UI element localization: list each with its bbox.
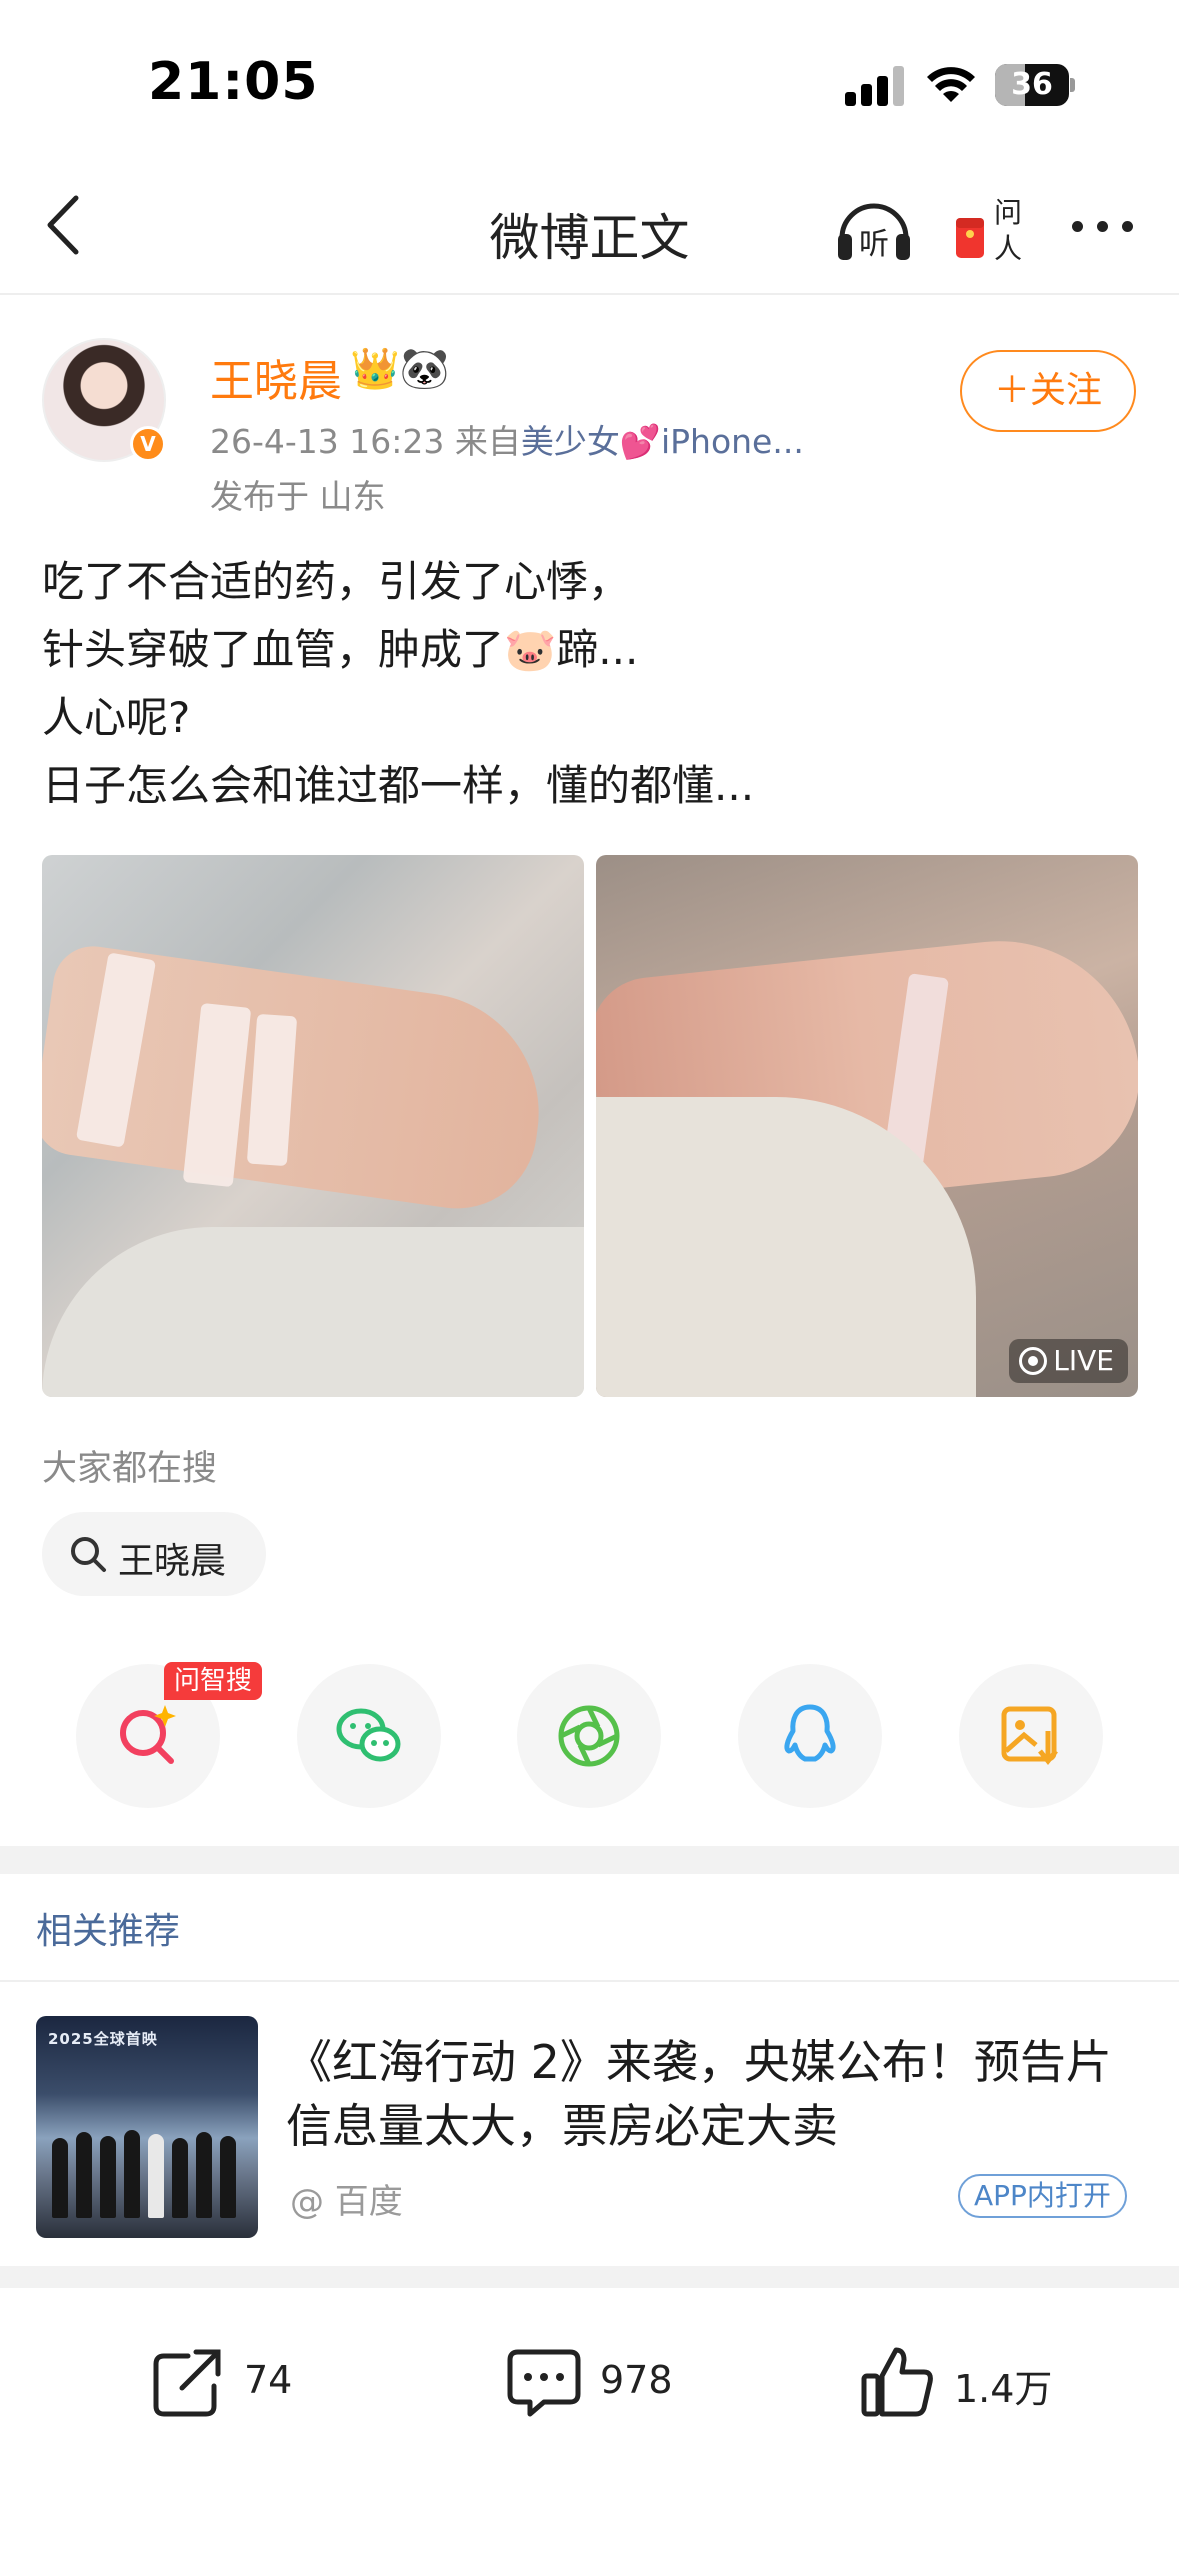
moments-icon [558, 1705, 620, 1767]
related-article-title[interactable]: 《红海行动 2》来袭，央媒公布！预告片信息量太大，票房必定大卖 [286, 2030, 1146, 2158]
divider [0, 1980, 1179, 1982]
live-photo-badge: LIVE [1009, 1339, 1128, 1383]
ask-person-icon[interactable]: 问 人 [952, 188, 1032, 268]
thumbnail-people [46, 2128, 246, 2218]
verified-badge: V [130, 426, 166, 462]
post-image-1[interactable] [42, 855, 584, 1397]
more-options-icon[interactable] [1068, 205, 1138, 245]
share-moments-button[interactable] [517, 1664, 661, 1808]
post-source-device[interactable]: 美少女💕iPhone... [521, 422, 804, 461]
share-wechat-button[interactable] [297, 1664, 441, 1808]
repost-icon [153, 2349, 221, 2417]
post-location: 发布于 山东 [210, 477, 386, 516]
post-image-2[interactable]: LIVE [596, 855, 1138, 1397]
wifi-icon [927, 67, 975, 102]
author-emoji-badges: 👑🐼 [350, 346, 450, 392]
qq-icon [784, 1704, 836, 1762]
svg-text:问: 问 [994, 196, 1022, 229]
post-time: 26-4-13 16:23 来自 [210, 422, 521, 461]
search-icon [71, 1537, 106, 1572]
status-bar: 21:05 36 [0, 0, 1179, 160]
post-meta: 26-4-13 16:23 来自美少女💕iPhone... [210, 415, 804, 463]
battery-level: 36 [1011, 67, 1053, 102]
ai-search-tag: 问智搜 [164, 1662, 263, 1700]
related-thumbnail[interactable]: 2025全球首映 [36, 2016, 258, 2238]
cellular-signal-icon [845, 66, 907, 106]
save-image-button[interactable] [959, 1664, 1103, 1808]
search-suggestion-chip[interactable]: 王晓晨 [42, 1512, 266, 1596]
section-divider [0, 1846, 1179, 1874]
follow-button[interactable]: ＋关注 [960, 350, 1136, 432]
wechat-icon [336, 1708, 401, 1762]
bottom-action-bar: 74 978 1.4万 [0, 2294, 1179, 2556]
comment-icon [507, 2349, 581, 2417]
post-line: 日子怎么会和谁过都一样，懂的都懂... [42, 761, 755, 810]
post-line: 人心呢? [42, 693, 191, 742]
comment-count: 978 [600, 2358, 673, 2402]
repost-count: 74 [244, 2358, 293, 2402]
like-count: 1.4万 [954, 2367, 1053, 2411]
related-source: @ 百度 [290, 2182, 403, 2222]
related-heading: 相关推荐 [36, 1911, 181, 1952]
ai-search-icon [120, 1705, 176, 1764]
save-image-icon [1001, 1706, 1058, 1766]
live-icon [1019, 1347, 1048, 1375]
post-line: 吃了不合适的药，引发了心悸， [42, 557, 631, 606]
listen-headphones-icon[interactable]: 听 [832, 188, 916, 268]
open-in-app-button[interactable]: APP内打开 [958, 2174, 1127, 2218]
post-text: 吃了不合适的药，引发了心悸， 针头穿破了血管，肿成了🐷蹄... 人心呢? 日子怎… [42, 548, 754, 820]
everyone-searching-heading: 大家都在搜 [42, 1449, 218, 1489]
battery-icon: 36 [995, 64, 1075, 106]
nav-bar: 微博正文 听 问 人 [0, 160, 1179, 295]
thumbnail-title: 2025全球首映 [48, 2030, 158, 2048]
post-line: 针头穿破了血管，肿成了🐷蹄... [42, 625, 639, 674]
thumbs-up-icon [861, 2347, 933, 2417]
author-name[interactable]: 王晓晨 [210, 345, 342, 409]
search-chip-label: 王晓晨 [118, 1541, 227, 1582]
svg-text:听: 听 [859, 227, 889, 262]
status-time: 21:05 [148, 52, 319, 112]
share-qq-button[interactable] [738, 1664, 882, 1808]
svg-text:人: 人 [994, 232, 1022, 265]
section-divider [0, 2266, 1179, 2288]
